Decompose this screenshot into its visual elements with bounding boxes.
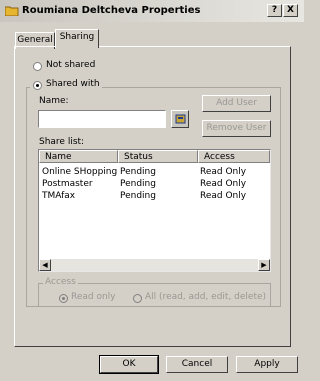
scroll-left-icon: ◀ [42,261,48,269]
row-status: Pending [120,179,156,189]
table-row[interactable]: Postmaster Pending Read Only [40,178,269,190]
not-shared-label[interactable]: Not shared [46,60,95,70]
all-access-label[interactable]: All (read, add, edit, delete) [145,292,266,302]
table-row[interactable]: TMAfax Pending Read Only [40,190,269,202]
table-row[interactable]: Online SHopping Pending Read Only [40,166,269,178]
row-name: TMAfax [42,191,76,201]
ok-button[interactable]: OK [99,355,159,374]
column-header-access[interactable]: Access [198,150,270,163]
address-book-icon [175,114,186,124]
address-book-button[interactable] [171,110,189,128]
read-only-radio[interactable] [59,294,68,303]
folder-icon [5,6,19,16]
access-group-label: Access [43,277,78,287]
title-bar[interactable]: Roumiana Deltcheva Properties ? X [0,0,304,22]
help-button[interactable]: ? [267,4,282,17]
horizontal-scrollbar[interactable]: ◀ ▶ [39,259,270,271]
column-header-status[interactable]: Status [118,150,198,163]
all-access-radio[interactable] [133,294,142,303]
row-name: Postmaster [42,179,93,189]
close-button[interactable]: X [283,4,298,17]
not-shared-radio[interactable] [33,62,42,71]
scroll-right-button[interactable]: ▶ [258,259,270,271]
remove-user-button[interactable]: Remove User [202,120,271,137]
row-access: Read Only [200,167,247,177]
share-list[interactable]: Name Status Access Online SHopping Pendi… [38,149,271,272]
row-access: Read Only [200,191,247,201]
row-status: Pending [120,167,156,177]
tab-sharing[interactable]: Sharing [55,29,99,48]
read-only-label[interactable]: Read only [71,292,116,302]
name-label: Name: [39,96,69,106]
tab-general-label: General [17,35,53,45]
scroll-left-button[interactable]: ◀ [39,259,51,271]
shared-with-radio[interactable] [33,81,42,90]
apply-button[interactable]: Apply [236,356,298,373]
row-access: Read Only [200,179,247,189]
scroll-right-icon: ▶ [261,261,267,269]
name-input[interactable] [38,110,166,128]
row-name: Online SHopping [42,167,118,177]
tab-sharing-label: Sharing [59,32,95,42]
window-title: Roumiana Deltcheva Properties [22,5,201,16]
cancel-button[interactable]: Cancel [166,356,228,373]
column-header-name[interactable]: Name [39,150,118,163]
shared-with-label[interactable]: Shared with [46,79,100,89]
row-status: Pending [120,191,156,201]
share-list-label: Share list: [39,137,85,147]
add-user-button[interactable]: Add User [202,95,271,112]
